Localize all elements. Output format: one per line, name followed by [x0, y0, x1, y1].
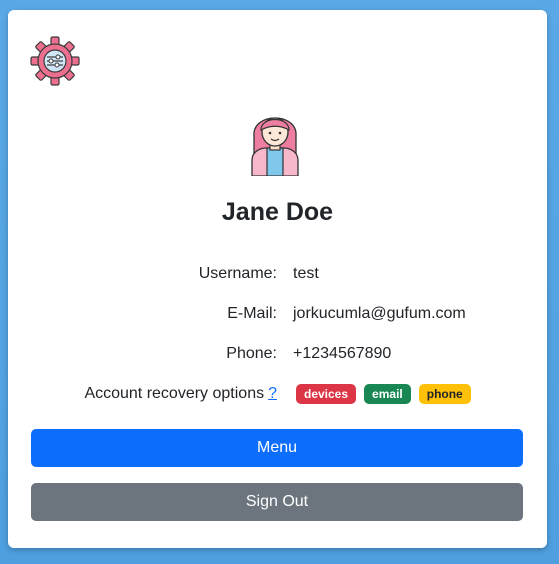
recovery-label: Account recovery options [84, 385, 265, 402]
profile-card: Jane Doe Username: test E-Mail: jorkucum… [8, 10, 547, 548]
username-label: Username: [198, 265, 277, 282]
user-avatar-icon [246, 102, 304, 177]
badge-devices: devices [296, 384, 357, 404]
email-label: E-Mail: [227, 305, 277, 322]
menu-button[interactable]: Menu [31, 429, 523, 467]
email-value: jorkucumla@gufum.com [293, 305, 466, 322]
settings-gear-icon[interactable] [30, 36, 80, 86]
recovery-row: Account recovery options? devices email … [8, 384, 547, 409]
recovery-label-wrap: Account recovery options? [84, 385, 277, 403]
phone-label: Phone: [226, 345, 277, 362]
sign-out-button[interactable]: Sign Out [31, 483, 523, 521]
phone-value: +1234567890 [293, 345, 392, 362]
badge-phone: phone [418, 384, 471, 404]
recovery-badges: devices email phone [296, 384, 471, 404]
username-value: test [293, 265, 319, 282]
recovery-help-link[interactable]: ? [268, 385, 277, 402]
username-row: Username: test [8, 265, 547, 289]
phone-row: Phone: +1234567890 [8, 345, 547, 369]
badge-email: email [364, 384, 411, 404]
email-row: E-Mail: jorkucumla@gufum.com [8, 305, 547, 329]
profile-name: Jane Doe [221, 198, 334, 226]
